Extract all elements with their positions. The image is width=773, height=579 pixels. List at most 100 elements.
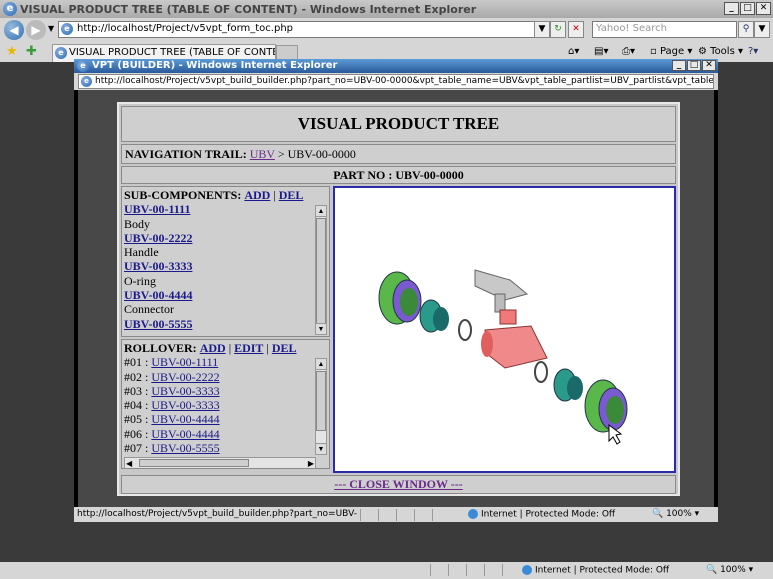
main-zone[interactable]: Internet | Protected Mode: Off [522,565,669,576]
left-union-nut [378,271,422,325]
page-icon: e [61,23,73,35]
back-button[interactable]: ◀ [4,20,24,40]
separator: | [228,341,232,355]
separator: | [266,341,269,355]
address-bar[interactable]: e http://localhost/Project/v5vpt_form_to… [58,21,545,38]
tools-menu[interactable]: ⚙ Tools ▾ [698,46,743,57]
trail-link-ubv[interactable]: UBV [250,147,275,161]
left-connector [419,299,449,333]
rollover-link[interactable]: UBV-00-4444 [151,427,219,441]
add-subcomponent-link[interactable]: ADD [244,188,270,202]
rollover-scrollbar[interactable]: ▲ ▼ [315,358,327,455]
main-zoom-text: 100% [720,565,746,575]
favorites-star-icon[interactable]: ★ [6,44,18,59]
subcomponents-scrollbar[interactable]: ▲ ▼ [315,205,327,335]
status-segment [466,564,484,576]
popup-title-bar: e VPT (BUILDER) - Windows Internet Explo… [74,59,718,73]
rollover-item: #06 : UBV-00-4444 [124,427,329,441]
status-segment [432,509,450,521]
address-dropdown-icon[interactable]: ▼ [534,21,550,38]
rollover-link[interactable]: UBV-00-3333 [151,384,219,398]
popup-address-text: http://localhost/Project/v5vpt_build_bui… [95,76,714,86]
rollover-label: ROLLOVER: [124,341,197,355]
history-dropdown-icon[interactable]: ▼ [48,24,54,33]
scroll-up-icon[interactable]: ▲ [316,359,326,370]
scroll-right-icon[interactable]: ▶ [308,457,314,468]
popup-ie-icon: e [77,60,89,72]
popup-address-bar: e http://localhost/Project/v5vpt_build_b… [74,73,718,90]
scroll-down-icon[interactable]: ▼ [316,323,326,334]
main-zone-text: Internet | Protected Mode: Off [535,565,670,576]
rollover-hscrollbar[interactable]: ◀ ▶ [124,457,316,468]
help-icon[interactable]: ?▾ [748,46,758,57]
popup-zone[interactable]: Internet | Protected Mode: Off [468,509,615,520]
subcomponent-link[interactable]: UBV-00-2222 [124,231,329,245]
edit-rollover-link[interactable]: EDIT [234,341,263,355]
print-icon[interactable]: ⎙▾ [622,46,635,57]
subcomponents-header: SUB-COMPONENTS: ADD | DEL [124,188,329,202]
rollover-link[interactable]: UBV-00-5555 [151,441,219,455]
popup-zoom[interactable]: 🔍 100% ▾ [652,509,699,519]
close-icon[interactable]: ✕ [756,2,771,15]
status-segment [396,509,414,521]
search-input[interactable]: Yahoo! Search [592,21,737,38]
scroll-left-icon[interactable]: ◀ [126,457,132,468]
search-icon[interactable]: ⚲ [738,21,754,38]
main-status-bar: Internet | Protected Mode: Off 🔍 100% ▾ [0,562,773,579]
status-segment [378,509,396,521]
maximize-icon[interactable]: □ [740,2,755,15]
search-dropdown-icon[interactable]: ▼ [754,21,770,38]
home-icon[interactable]: ⌂▾ [568,46,579,57]
scroll-up-icon[interactable]: ▲ [316,206,326,217]
popup-maximize-icon[interactable]: □ [687,60,701,71]
main-zoom[interactable]: 🔍 100% ▾ [706,565,753,575]
rollover-link[interactable]: UBV-00-3333 [151,398,219,412]
subcomponents-panel: SUB-COMPONENTS: ADD | DEL UBV-00-1111 Bo… [121,186,330,337]
exploded-view-image[interactable] [333,186,676,473]
rollover-panel: ROLLOVER: ADD | EDIT | DEL #01 : UBV-00-… [121,339,330,469]
separator: | [273,188,276,202]
subcomponent-link[interactable]: UBV-00-1111 [124,202,329,216]
minimize-icon[interactable]: _ [724,2,739,15]
rollover-item: #05 : UBV-00-4444 [124,412,329,426]
popup-title: VPT (BUILDER) - Windows Internet Explore… [92,60,338,71]
rollover-link[interactable]: UBV-00-4444 [151,412,219,426]
popup-content: VISUAL PRODUCT TREE NAVIGATION TRAIL: UB… [78,90,714,507]
rollover-num: #02 : [124,369,149,384]
right-union-nut [584,379,628,433]
subcomponent-desc: O-ring [124,273,156,288]
feeds-icon[interactable]: ▤▾ [594,46,608,57]
popup-address-field[interactable]: e http://localhost/Project/v5vpt_build_b… [78,74,714,89]
rollover-link[interactable]: UBV-00-1111 [151,355,218,369]
close-window-row: --- CLOSE WINDOW --- [121,475,676,494]
subcomponent-link[interactable]: UBV-00-5555 [124,317,329,331]
scroll-thumb[interactable] [316,218,326,324]
subcomponent-link[interactable]: UBV-00-4444 [124,288,329,302]
valve-exploded-drawing [378,269,628,445]
popup-zoom-text: 100% [666,509,692,519]
status-segment [448,564,466,576]
refresh-icon[interactable]: ↻ [550,21,566,38]
stop-icon[interactable]: ✕ [568,21,584,38]
hscroll-thumb[interactable] [139,459,249,467]
globe-icon [522,565,532,575]
page-menu[interactable]: ▫ Page ▾ [650,46,692,57]
rollover-link[interactable]: UBV-00-2222 [151,370,219,384]
del-rollover-link[interactable]: DEL [272,341,297,355]
add-favorites-icon[interactable]: ✚ [26,44,37,59]
add-rollover-link[interactable]: ADD [200,341,226,355]
rollover-item: #02 : UBV-00-2222 [124,370,329,384]
globe-icon [468,509,478,519]
popup-status-url: http://localhost/Project/v5vpt_build_bui… [77,509,357,519]
ie-logo-icon: e [3,2,17,16]
trail-current: > UBV-00-0000 [277,147,356,161]
popup-minimize-icon[interactable]: _ [672,60,686,71]
del-subcomponent-link[interactable]: DEL [279,188,304,202]
scroll-thumb[interactable] [316,371,326,431]
rollover-num: #06 : [124,426,149,441]
popup-close-icon[interactable]: ✕ [702,60,716,71]
scroll-down-icon[interactable]: ▼ [316,443,326,454]
close-window-link[interactable]: --- CLOSE WINDOW --- [334,477,463,491]
forward-button[interactable]: ▶ [26,20,46,40]
subcomponent-link[interactable]: UBV-00-3333 [124,259,329,273]
